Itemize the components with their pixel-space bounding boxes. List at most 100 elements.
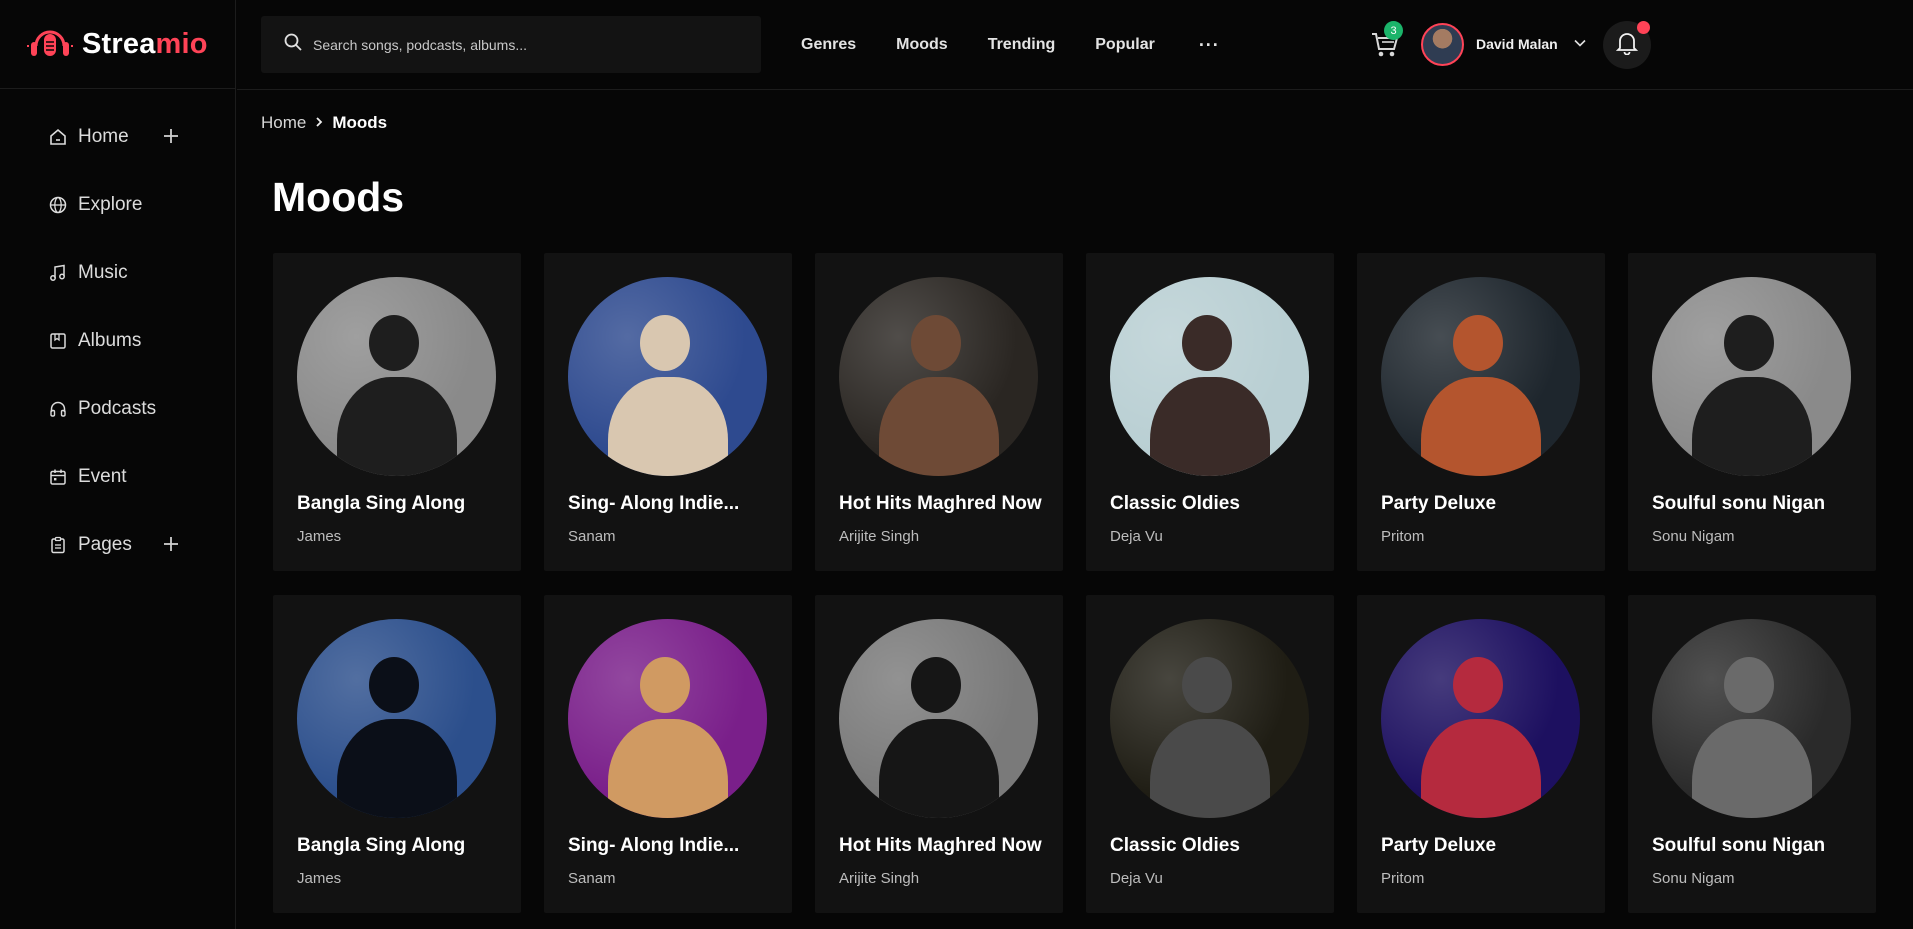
- cover-image: [568, 619, 767, 818]
- chevron-down-icon[interactable]: [1573, 36, 1587, 50]
- brand-name-part1: Strea: [82, 27, 156, 60]
- card-title[interactable]: Bangla Sing Along: [297, 835, 465, 857]
- mood-card[interactable]: Sing- Along Indie... Sanam: [544, 253, 792, 571]
- card-title[interactable]: Soulful sonu Nigan: [1652, 493, 1825, 515]
- sidebar-item-label: Event: [78, 466, 127, 487]
- music-note-icon: [48, 263, 68, 283]
- notification-dot: [1637, 21, 1650, 34]
- mood-card[interactable]: Hot Hits Maghred Now Arijite Singh: [815, 595, 1063, 913]
- sidebar-item-event[interactable]: Event: [0, 443, 235, 511]
- sidebar: Streamio Home Explore Music Albums Podca…: [0, 0, 236, 929]
- card-title[interactable]: Classic Oldies: [1110, 493, 1240, 515]
- cover-image: [839, 277, 1038, 476]
- performer-silhouette: [1182, 657, 1232, 713]
- card-artist: Sonu Nigam: [1652, 528, 1735, 545]
- breadcrumb-home[interactable]: Home: [261, 113, 306, 133]
- page-title: Moods: [272, 174, 405, 220]
- sidebar-item-label: Podcasts: [78, 398, 157, 419]
- performer-silhouette: [640, 315, 690, 371]
- sidebar-item-label: Music: [78, 262, 128, 283]
- card-title[interactable]: Bangla Sing Along: [297, 493, 465, 515]
- performer-body: [1692, 719, 1812, 818]
- more-menu-icon[interactable]: ···: [1199, 35, 1220, 56]
- performer-body: [337, 377, 457, 476]
- cover-image: [1652, 619, 1851, 818]
- performer-silhouette: [1724, 657, 1774, 713]
- card-title[interactable]: Classic Oldies: [1110, 835, 1240, 857]
- sidebar-item-explore[interactable]: Explore: [0, 171, 235, 239]
- search-input[interactable]: [313, 36, 733, 53]
- mood-card[interactable]: Bangla Sing Along James: [273, 595, 521, 913]
- cover-image: [297, 619, 496, 818]
- mood-grid: Bangla Sing Along James Sing- Along Indie.…: [273, 253, 1876, 913]
- sidebar-item-label: Pages: [78, 534, 132, 555]
- microphone-logo-icon: [27, 30, 73, 56]
- breadcrumb: Home Moods: [261, 113, 387, 133]
- sidebar-item-label: Explore: [78, 194, 143, 215]
- album-icon: [48, 331, 68, 351]
- sidebar-item-music[interactable]: Music: [0, 239, 235, 307]
- sidebar-item-home[interactable]: Home: [0, 103, 235, 171]
- card-title[interactable]: Party Deluxe: [1381, 835, 1496, 857]
- avatar[interactable]: [1421, 23, 1464, 66]
- card-title[interactable]: Sing- Along Indie...: [568, 835, 739, 857]
- mood-card[interactable]: Soulful sonu Nigan Sonu Nigam: [1628, 253, 1876, 571]
- expand-plus-icon[interactable]: [160, 533, 182, 555]
- expand-plus-icon[interactable]: [160, 125, 182, 147]
- brand-logo[interactable]: Streamio: [0, 0, 235, 89]
- sidebar-item-pages[interactable]: Pages: [0, 511, 235, 579]
- card-artist: James: [297, 528, 342, 545]
- performer-silhouette: [1724, 315, 1774, 371]
- sidebar-nav: Home Explore Music Albums Podcasts Event…: [0, 89, 235, 579]
- mood-card[interactable]: Classic Oldies Deja Vu: [1086, 595, 1334, 913]
- search-bar[interactable]: [261, 16, 761, 73]
- card-title[interactable]: Soulful sonu Nigan: [1652, 835, 1825, 857]
- top-header: Genres Moods Trending Popular ···: [237, 0, 1913, 90]
- card-title[interactable]: Sing- Along Indie...: [568, 493, 739, 515]
- cover-image: [1381, 619, 1580, 818]
- cover-image: [297, 277, 496, 476]
- sidebar-item-label: Albums: [78, 330, 142, 351]
- mood-card[interactable]: Party Deluxe Pritom: [1357, 253, 1605, 571]
- mood-card[interactable]: Party Deluxe Pritom: [1357, 595, 1605, 913]
- performer-silhouette: [369, 657, 419, 713]
- performer-silhouette: [911, 315, 961, 371]
- cover-image: [1381, 277, 1580, 476]
- performer-silhouette: [640, 657, 690, 713]
- card-artist: Deja Vu: [1110, 528, 1163, 545]
- top-nav: Genres Moods Trending Popular ···: [801, 0, 1260, 90]
- user-name[interactable]: David Malan: [1476, 36, 1558, 52]
- breadcrumb-current: Moods: [332, 113, 388, 132]
- performer-body: [1692, 377, 1812, 476]
- nav-genres[interactable]: Genres: [801, 36, 856, 54]
- performer-silhouette: [369, 315, 419, 371]
- brand-name: Streamio: [82, 28, 208, 61]
- sidebar-item-albums[interactable]: Albums: [0, 307, 235, 375]
- headphones-icon: [48, 399, 68, 419]
- nav-trending[interactable]: Trending: [988, 36, 1056, 54]
- card-title[interactable]: Hot Hits Maghred Now: [839, 493, 1042, 515]
- mood-card[interactable]: Hot Hits Maghred Now Arijite Singh: [815, 253, 1063, 571]
- mood-card[interactable]: Bangla Sing Along James: [273, 253, 521, 571]
- card-artist: Arijite Singh: [839, 528, 920, 545]
- card-title[interactable]: Hot Hits Maghred Now: [839, 835, 1042, 857]
- card-title[interactable]: Party Deluxe: [1381, 493, 1496, 515]
- nav-popular[interactable]: Popular: [1095, 36, 1155, 54]
- calendar-icon: [48, 467, 68, 487]
- performer-silhouette: [1453, 315, 1503, 371]
- nav-moods[interactable]: Moods: [896, 36, 948, 54]
- brand-name-part2: mio: [155, 27, 208, 60]
- card-artist: Pritom: [1381, 528, 1425, 545]
- mood-card[interactable]: Soulful sonu Nigan Sonu Nigam: [1628, 595, 1876, 913]
- performer-silhouette: [911, 657, 961, 713]
- performer-body: [608, 719, 728, 818]
- performer-body: [879, 377, 999, 476]
- bell-icon: [1615, 31, 1639, 60]
- mood-card[interactable]: Classic Oldies Deja Vu: [1086, 253, 1334, 571]
- sidebar-item-podcasts[interactable]: Podcasts: [0, 375, 235, 443]
- cover-image: [1652, 277, 1851, 476]
- performer-silhouette: [1453, 657, 1503, 713]
- cover-image: [568, 277, 767, 476]
- chevron-right-icon: [314, 115, 324, 132]
- mood-card[interactable]: Sing- Along Indie... Sanam: [544, 595, 792, 913]
